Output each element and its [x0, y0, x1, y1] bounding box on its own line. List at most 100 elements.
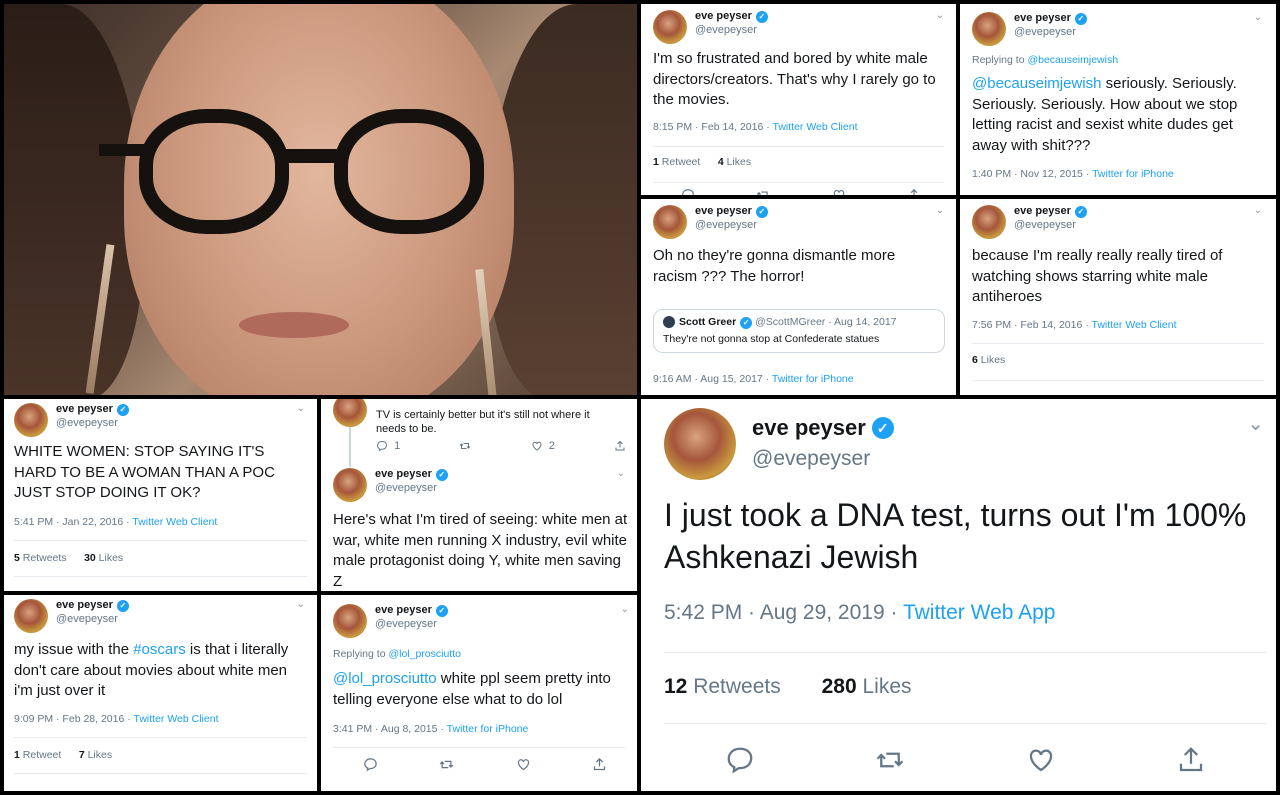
tweet-source[interactable]: Twitter for iPhone	[447, 723, 529, 735]
display-name[interactable]: eve peyser	[56, 599, 113, 613]
divider	[972, 380, 1264, 381]
chevron-down-icon[interactable]: ⌄	[936, 205, 944, 216]
retweet-count[interactable]: 5 Retweets	[14, 552, 67, 564]
tweet-stats: 12 Retweets 280 Likes	[664, 675, 912, 699]
avatar[interactable]	[333, 468, 367, 502]
like-count[interactable]: 30 Likes	[84, 552, 123, 564]
handle[interactable]: @evepeyser	[1014, 219, 1087, 233]
avatar[interactable]	[333, 604, 367, 638]
avatar[interactable]	[653, 205, 687, 239]
like-count[interactable]: 4 Likes	[718, 156, 751, 168]
handle[interactable]: @evepeyser	[375, 482, 448, 496]
verified-icon: ✓	[740, 317, 753, 329]
tweet-stats: 5 Retweets 30 Likes	[14, 552, 123, 564]
retweet-icon[interactable]	[756, 188, 770, 195]
reply-icon[interactable]	[363, 757, 378, 772]
tweet-card-4[interactable]: eve peyser ✓ @evepeyser ⌄ because I'm rea…	[960, 199, 1276, 395]
reply-icon[interactable]	[725, 745, 755, 775]
tweet-source[interactable]: Twitter for iPhone	[772, 373, 854, 385]
retweet-count[interactable]: 12 Retweets	[664, 675, 781, 698]
retweet-count[interactable]: 1 Retweet	[653, 156, 700, 168]
like-count[interactable]: 6 Likes	[972, 354, 1005, 366]
display-name[interactable]: eve peyser	[375, 604, 432, 618]
retweet-count[interactable]: 1 Retweet	[14, 749, 61, 761]
divider	[14, 576, 307, 577]
like-icon[interactable]	[1026, 745, 1056, 775]
display-name[interactable]: eve peyser	[56, 403, 113, 417]
photo-glasses-lens-right	[334, 109, 484, 234]
share-icon[interactable]	[614, 440, 626, 452]
tweet-card-3[interactable]: eve peyser ✓ @evepeyser ⌄ Oh no they're g…	[641, 199, 956, 395]
avatar[interactable]	[14, 403, 48, 437]
avatar[interactable]	[972, 12, 1006, 46]
display-name[interactable]: eve peyser	[375, 468, 432, 482]
share-icon[interactable]	[592, 757, 607, 772]
handle[interactable]: @evepeyser	[752, 446, 894, 472]
chevron-down-icon[interactable]: ⌄	[297, 599, 305, 610]
reply-button[interactable]: 1	[376, 440, 400, 452]
tweet-card-2[interactable]: eve peyser ✓ @evepeyser ⌄ Replying to @be…	[960, 4, 1276, 195]
chevron-down-icon[interactable]: ⌄	[617, 468, 625, 479]
mention-link[interactable]: @lol_prosciutto	[333, 670, 437, 687]
tweet-source[interactable]: Twitter for iPhone	[1092, 168, 1174, 180]
chevron-down-icon[interactable]: ⌄	[1254, 12, 1262, 23]
tweet-card-8[interactable]: eve peyser ✓ @evepeyser ⌄ Replying to @lo…	[321, 595, 637, 791]
avatar[interactable]	[972, 205, 1006, 239]
divider	[333, 747, 625, 748]
reply-icon[interactable]	[681, 188, 695, 195]
mention-link[interactable]: @becauseimjewish	[972, 75, 1101, 92]
retweet-icon[interactable]	[439, 757, 454, 772]
tweet-card-1[interactable]: eve peyser ✓ @evepeyser ⌄ I'm so frustrat…	[641, 4, 956, 195]
tweet-card-7[interactable]: eve peyser ✓ @evepeyser ⌄ my issue with t…	[4, 595, 317, 791]
tweet-source[interactable]: Twitter Web Client	[772, 121, 857, 133]
chevron-down-icon[interactable]: ⌄	[297, 403, 305, 414]
handle[interactable]: @evepeyser	[56, 417, 129, 431]
display-name[interactable]: eve peyser	[1014, 205, 1071, 219]
quoted-tweet[interactable]: Scott Greer ✓ @ScottMGreer · Aug 14, 2017…	[653, 309, 945, 353]
avatar[interactable]	[14, 599, 48, 633]
share-icon[interactable]	[907, 188, 921, 195]
handle[interactable]: @evepeyser	[695, 219, 768, 233]
display-name[interactable]: eve peyser	[1014, 12, 1071, 26]
replying-to-link[interactable]: @lol_prosciutto	[388, 648, 461, 660]
tweet-source[interactable]: Twitter Web Client	[133, 713, 218, 725]
like-icon[interactable]	[516, 757, 531, 772]
display-name[interactable]: eve peyser	[752, 414, 866, 442]
tweet-source[interactable]: Twitter Web App	[903, 601, 1056, 624]
like-icon[interactable]	[832, 188, 846, 195]
tweet-source[interactable]: Twitter Web Client	[1091, 319, 1176, 331]
handle[interactable]: @evepeyser	[56, 613, 129, 627]
handle[interactable]: @evepeyser	[375, 618, 448, 632]
retweet-icon[interactable]	[875, 745, 905, 775]
tweet-header: eve peyser ✓ @evepeyser	[333, 468, 448, 502]
retweet-icon[interactable]	[459, 440, 471, 452]
chevron-down-icon[interactable]: ⌄	[621, 604, 629, 615]
tweet-card-featured[interactable]: eve peyser ✓ @evepeyser ⌄ I just took a D…	[641, 399, 1276, 791]
quote-avatar	[663, 316, 675, 329]
tweet-timestamp: 5:42 PM · Aug 29, 2019 · Twitter Web App	[664, 601, 1056, 624]
verified-icon: ✓	[871, 416, 894, 439]
avatar[interactable]	[664, 408, 736, 480]
share-icon[interactable]	[1176, 745, 1206, 775]
parent-avatar[interactable]	[333, 399, 367, 427]
display-name[interactable]: eve peyser	[695, 10, 752, 24]
like-count[interactable]: 7 Likes	[79, 749, 112, 761]
like-count[interactable]: 280 Likes	[822, 675, 912, 698]
divider	[653, 146, 944, 147]
quote-name: Scott Greer	[679, 316, 737, 328]
hashtag-link[interactable]: #oscars	[133, 641, 186, 658]
tweet-card-6[interactable]: TV is certainly better but it's still no…	[321, 399, 637, 591]
handle[interactable]: @evepeyser	[695, 24, 768, 38]
tweet-card-5[interactable]: eve peyser ✓ @evepeyser ⌄ WHITE WOMEN: ST…	[4, 399, 317, 591]
chevron-down-icon[interactable]: ⌄	[936, 10, 944, 21]
replying-to: Replying to @lol_prosciutto	[333, 648, 461, 660]
replying-to-link[interactable]: @becauseimjewish	[1027, 54, 1118, 66]
tweet-source[interactable]: Twitter Web Client	[132, 516, 217, 528]
avatar[interactable]	[653, 10, 687, 44]
chevron-down-icon[interactable]: ⌄	[1254, 205, 1262, 216]
tweet-stats: 6 Likes	[972, 354, 1005, 366]
display-name[interactable]: eve peyser	[695, 205, 752, 219]
handle[interactable]: @evepeyser	[1014, 26, 1087, 40]
like-button[interactable]: 2	[531, 440, 555, 452]
chevron-down-icon[interactable]: ⌄	[1247, 411, 1264, 436]
